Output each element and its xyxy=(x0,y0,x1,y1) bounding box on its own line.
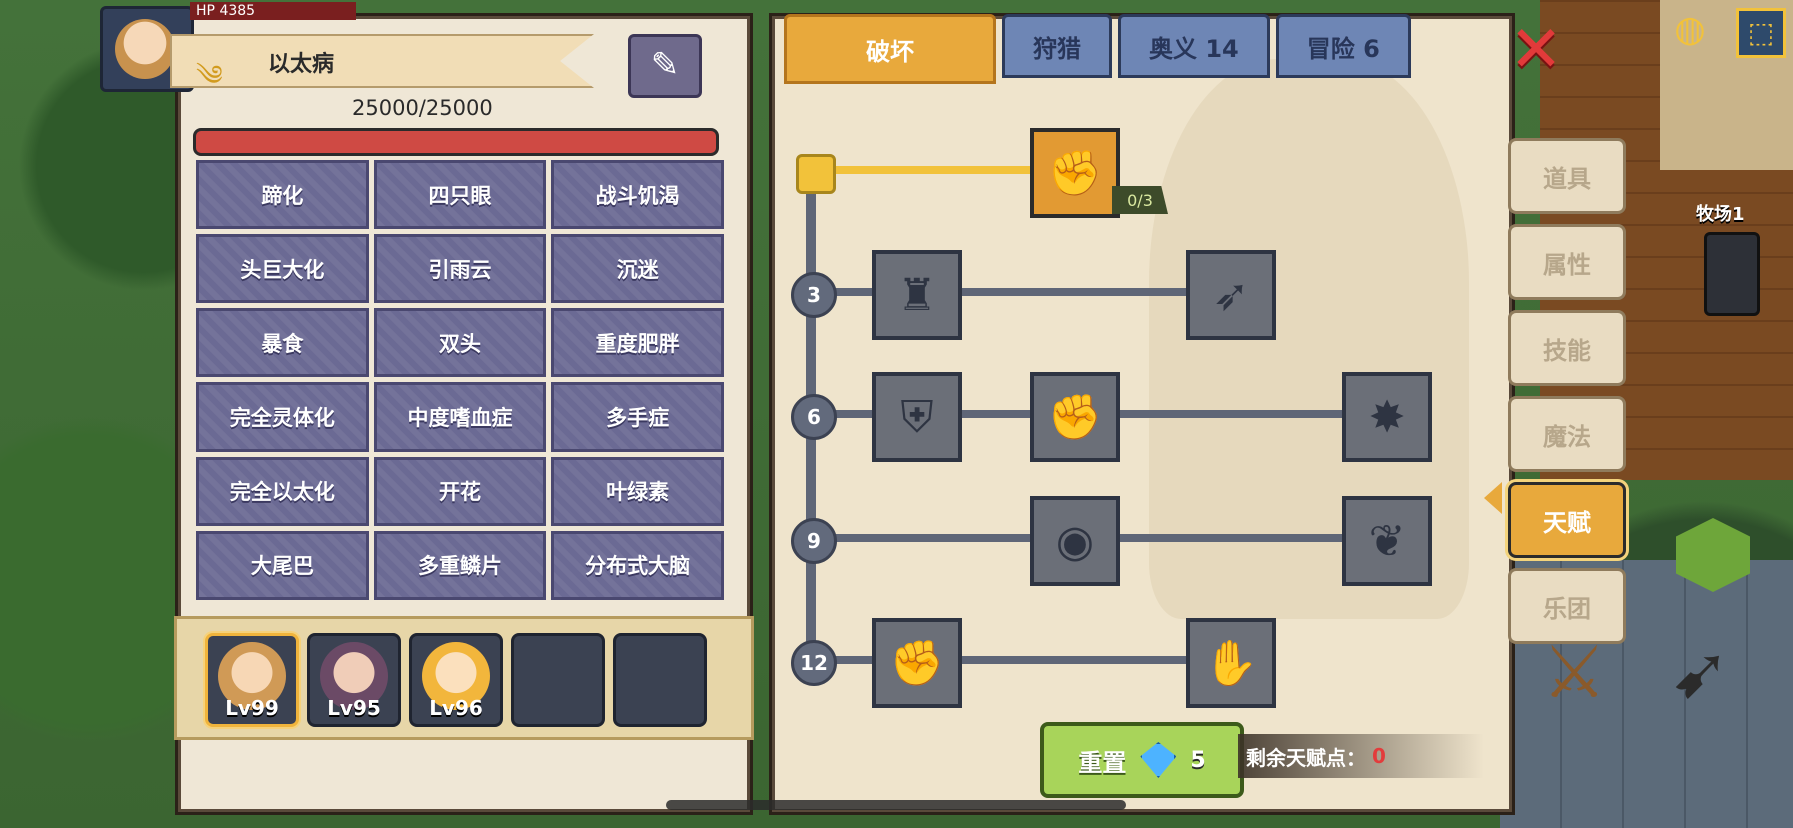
skill-arrow[interactable]: ➶ xyxy=(1186,250,1276,340)
fist-icon: ✊ xyxy=(889,638,945,689)
trait-cell[interactable]: 开花 xyxy=(373,456,547,526)
remaining-value: 0 xyxy=(1372,744,1386,768)
side-item-attributes[interactable]: 属性 xyxy=(1508,224,1626,300)
side-item-items[interactable]: 道具 xyxy=(1508,138,1626,214)
disease-name: 以太病 xyxy=(268,52,335,77)
ranch-label: 牧场1 xyxy=(1696,204,1745,225)
tab-destroy[interactable]: 破坏 xyxy=(784,14,996,84)
trait-cell[interactable]: 叶绿素 xyxy=(551,456,724,526)
tab-adventure[interactable]: 冒险 6 xyxy=(1275,14,1411,78)
skill-armwrestle[interactable]: ✊ xyxy=(1030,128,1120,218)
trait-cell[interactable]: 完全以太化 xyxy=(196,456,369,526)
skill-bat[interactable]: ❦ xyxy=(1342,496,1432,586)
trait-cell[interactable]: 四只眼 xyxy=(373,160,547,230)
reset-cost: 5 xyxy=(1190,747,1206,773)
trait-cell[interactable]: 多重鳞片 xyxy=(373,530,547,600)
skill-impact[interactable]: ✸ xyxy=(1342,372,1432,462)
map-icon[interactable]: ⬚ xyxy=(1736,8,1786,58)
remaining-points: 剩余天赋点： 0 xyxy=(1238,734,1484,778)
muscle-body-icon: ♜ xyxy=(897,269,937,321)
member-level: Lv95 xyxy=(327,696,381,720)
team-member[interactable]: Lv95 xyxy=(307,633,401,727)
trait-cell[interactable]: 暴食 xyxy=(196,308,369,378)
globe-icon[interactable]: ◍ xyxy=(1668,8,1712,52)
reset-label: 重置 xyxy=(1078,748,1127,777)
skill-punch[interactable]: ✊ xyxy=(1030,372,1120,462)
skill-progress: 0/3 xyxy=(1112,186,1168,214)
trait-cell[interactable]: 大尾巴 xyxy=(196,530,369,600)
trait-cell[interactable]: 战斗饥渴 xyxy=(551,160,724,230)
syringe-button[interactable]: ✎ xyxy=(628,34,702,98)
grip-icon: ✋ xyxy=(1203,638,1259,689)
skill-muscle[interactable]: ♜ xyxy=(872,250,962,340)
home-indicator xyxy=(666,800,1126,810)
arrow-icon: ➶ xyxy=(1212,269,1250,321)
close-button[interactable]: ✕ xyxy=(1508,18,1564,82)
trait-cell[interactable]: 重度肥胖 xyxy=(551,308,724,378)
trait-cell[interactable]: 头巨大化 xyxy=(196,234,369,304)
team-member[interactable]: Lv96 xyxy=(409,633,503,727)
trait-cell[interactable]: 沉迷 xyxy=(551,234,724,304)
hp-label: HP xyxy=(196,3,215,19)
phone-icon[interactable] xyxy=(1704,232,1760,316)
syringe-icon: ✎ xyxy=(650,45,680,85)
member-level: Lv96 xyxy=(429,696,483,720)
side-item-magic[interactable]: 魔法 xyxy=(1508,396,1626,472)
skill-crater[interactable]: ◉ xyxy=(1030,496,1120,586)
disease-hp-bar xyxy=(193,128,719,156)
impact-icon: ✸ xyxy=(1368,391,1406,443)
trait-cell[interactable]: 完全灵体化 xyxy=(196,382,369,452)
trait-cell[interactable]: 双头 xyxy=(373,308,547,378)
trait-cell[interactable]: 蹄化 xyxy=(196,160,369,230)
active-arrow-icon xyxy=(1484,482,1502,514)
tree-level-label: 3 xyxy=(791,272,837,318)
tree-start-node xyxy=(796,154,836,194)
tab-mystery[interactable]: 奥义 14 xyxy=(1118,14,1270,78)
close-icon: ✕ xyxy=(1509,13,1563,87)
bow-icon[interactable]: ➹ xyxy=(1670,630,1730,714)
shield-break-icon: ⛨ xyxy=(900,391,934,443)
crater-icon: ◉ xyxy=(1055,515,1095,567)
tree-level-label: 9 xyxy=(791,518,837,564)
armwrestle-icon: ✊ xyxy=(1047,148,1103,199)
team-member-empty[interactable] xyxy=(613,633,707,727)
bat-wings-icon: ❦ xyxy=(1368,515,1406,567)
team-member[interactable]: Lv99 xyxy=(205,633,299,727)
hp-number: 4385 xyxy=(219,3,256,19)
punch-icon: ✊ xyxy=(1047,392,1103,443)
tree-level-label: 12 xyxy=(791,640,837,686)
trait-cell[interactable]: 中度嗜血症 xyxy=(373,382,547,452)
skill-fist[interactable]: ✊ xyxy=(872,618,962,708)
skill-grip[interactable]: ✋ xyxy=(1186,618,1276,708)
trait-cell[interactable]: 引雨云 xyxy=(373,234,547,304)
trait-cell[interactable]: 分布式大脑 xyxy=(551,530,724,600)
hero-face xyxy=(115,19,175,79)
member-level: Lv99 xyxy=(225,696,279,720)
tab-hunt[interactable]: 狩猎 xyxy=(1002,14,1112,78)
disease-hp-value: 25000/25000 xyxy=(352,96,493,120)
side-item-skills[interactable]: 技能 xyxy=(1508,310,1626,386)
world-hp-strip: HP 4385 xyxy=(190,2,356,20)
skill-shield-break[interactable]: ⛨ xyxy=(872,372,962,462)
team-bar: Lv99 Lv95 Lv96 xyxy=(174,616,754,740)
trait-cell[interactable]: 多手症 xyxy=(551,382,724,452)
tree-level-label: 6 xyxy=(791,394,837,440)
reset-button[interactable]: 重置 5 xyxy=(1040,722,1244,798)
side-menu: 道具 属性 技能 魔法 天赋 乐团 xyxy=(1508,138,1626,644)
sword-icon[interactable]: ⚔ xyxy=(1542,630,1607,714)
talent-tabs: 破坏 狩猎 奥义 14 冒险 6 xyxy=(784,14,1411,84)
trait-grid: 蹄化 四只眼 战斗饥渴 头巨大化 引雨云 沉迷 暴食 双头 重度肥胖 完全灵体化… xyxy=(196,160,724,600)
side-item-talent[interactable]: 天赋 xyxy=(1508,482,1626,558)
tree-branch-active xyxy=(828,166,1034,174)
team-member-empty[interactable] xyxy=(511,633,605,727)
disease-title-tag: ༄ 以太病 xyxy=(170,34,594,88)
diamond-icon xyxy=(1140,742,1177,778)
remaining-label: 剩余天赋点： xyxy=(1246,745,1366,770)
